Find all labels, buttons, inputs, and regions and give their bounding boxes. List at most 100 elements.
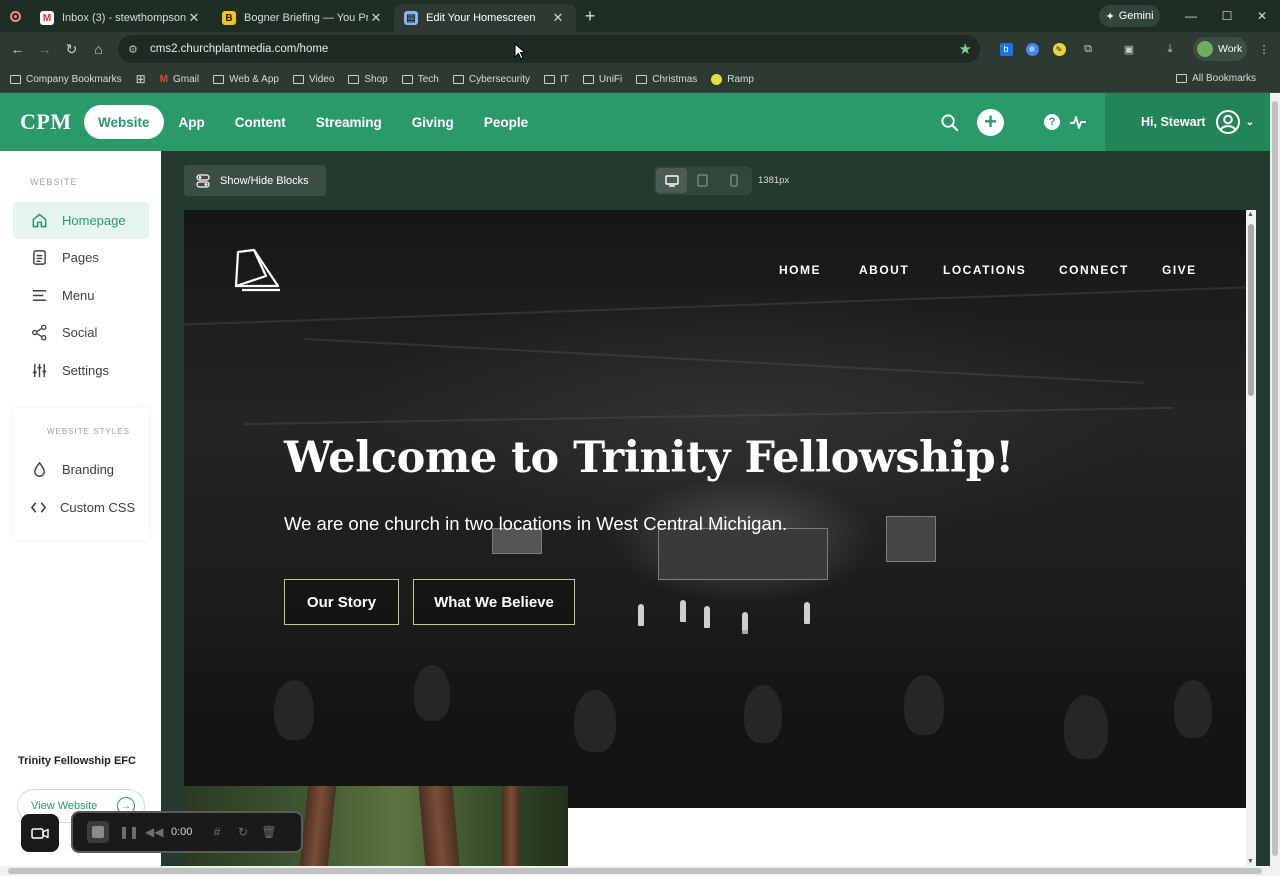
site-nav-about[interactable]: ABOUT bbox=[859, 263, 909, 277]
horizontal-scrollbar-thumb[interactable] bbox=[8, 868, 1262, 874]
band-member bbox=[704, 606, 710, 628]
forward-button[interactable]: → bbox=[31, 35, 58, 63]
our-story-button[interactable]: Our Story bbox=[284, 579, 399, 625]
gemini-button[interactable]: ✦ Gemini bbox=[1099, 5, 1160, 27]
download-icon[interactable]: ⤓ bbox=[1160, 39, 1180, 59]
bookmark-christmas[interactable]: Christmas bbox=[636, 74, 697, 85]
folder-icon bbox=[292, 74, 304, 84]
what-we-believe-button[interactable]: What We Believe bbox=[413, 579, 575, 625]
nav-website[interactable]: Website bbox=[84, 105, 164, 139]
bookmark-cybersecurity[interactable]: Cybersecurity bbox=[452, 74, 530, 85]
bookmark-shop[interactable]: Shop bbox=[348, 74, 388, 85]
folder-icon bbox=[1176, 74, 1188, 83]
bookmark-ramp[interactable]: Ramp bbox=[711, 73, 754, 85]
home-button[interactable]: ⌂ bbox=[85, 35, 112, 63]
window-scrollbar[interactable] bbox=[1270, 93, 1280, 866]
mobile-icon bbox=[729, 174, 738, 187]
show-hide-blocks-button[interactable]: Show/Hide Blocks bbox=[184, 165, 326, 196]
user-menu[interactable]: Hi, Stewart ⌄ bbox=[1105, 93, 1270, 151]
stage-banner bbox=[886, 516, 936, 562]
tab-edit-homescreen[interactable]: ▤ Edit Your Homescreen ✕ bbox=[394, 4, 576, 32]
ceiling-beam bbox=[244, 406, 1174, 426]
activity-icon[interactable] bbox=[1068, 93, 1088, 151]
pause-icon[interactable]: ❚❚ bbox=[119, 825, 139, 839]
bookmark-web-app[interactable]: Web & App bbox=[213, 74, 279, 85]
sidebar-item-custom-css[interactable]: Custom CSS bbox=[13, 489, 149, 526]
ceiling-beam bbox=[304, 338, 1144, 384]
preview-scrollbar-thumb[interactable] bbox=[1248, 224, 1254, 396]
new-tab-button[interactable]: + bbox=[576, 6, 604, 27]
all-bookmarks[interactable]: All Bookmarks bbox=[1176, 73, 1256, 84]
scroll-up-icon[interactable]: ▲ bbox=[1247, 211, 1254, 218]
nav-people[interactable]: People bbox=[469, 105, 543, 139]
horizontal-scrollbar[interactable] bbox=[0, 866, 1280, 876]
maximize-button[interactable]: ☐ bbox=[1209, 0, 1245, 32]
bookmark-star-icon[interactable]: ★ bbox=[959, 40, 972, 58]
site-nav-home[interactable]: HOME bbox=[779, 263, 821, 277]
site-settings-icon[interactable]: ⚙ bbox=[128, 43, 142, 56]
window-scrollbar-thumb[interactable] bbox=[1272, 101, 1278, 856]
crowd-head bbox=[1064, 695, 1108, 759]
browser-menu-icon[interactable]: ⋮ bbox=[1254, 39, 1274, 59]
sidebar-item-menu[interactable]: Menu bbox=[13, 277, 149, 314]
cpm-logo[interactable]: CPM bbox=[20, 109, 82, 135]
bookmark-it[interactable]: IT bbox=[544, 74, 569, 85]
tablet-icon bbox=[697, 174, 708, 187]
close-tab-icon[interactable]: ✕ bbox=[368, 10, 384, 26]
trash-icon[interactable]: 🗑 bbox=[261, 825, 277, 839]
extension-pen-icon[interactable]: ✎ bbox=[1049, 39, 1069, 59]
sidebar-item-settings[interactable]: Settings bbox=[13, 352, 149, 389]
stop-icon bbox=[92, 826, 104, 838]
close-tab-icon[interactable]: ✕ bbox=[186, 10, 202, 26]
scroll-down-icon[interactable]: ▼ bbox=[1247, 858, 1254, 865]
trinity-logo-icon[interactable] bbox=[232, 246, 284, 294]
restart-icon[interactable]: ↻ bbox=[235, 825, 251, 839]
bookmark-gmail[interactable]: M Gmail bbox=[160, 74, 199, 85]
crowd-head bbox=[1174, 680, 1212, 738]
bookmark-company-bookmarks[interactable]: Company Bookmarks bbox=[10, 74, 122, 85]
bookmark-unifi[interactable]: UniFi bbox=[582, 74, 622, 85]
extension-gear-icon[interactable]: ✲ bbox=[1022, 39, 1042, 59]
nav-streaming[interactable]: Streaming bbox=[301, 105, 397, 139]
bookmark-video[interactable]: Video bbox=[292, 74, 334, 85]
extensions-puzzle-icon[interactable]: ⧉ bbox=[1078, 39, 1098, 59]
search-icon[interactable] bbox=[936, 93, 962, 151]
apps-grid-icon[interactable]: ⊞ bbox=[136, 72, 146, 86]
site-nav-give[interactable]: GIVE bbox=[1162, 263, 1197, 277]
tab-search-icon[interactable]: ▣ bbox=[1119, 39, 1139, 59]
reload-button[interactable]: ↻ bbox=[58, 35, 85, 63]
sidebar-item-social[interactable]: Social bbox=[13, 314, 149, 351]
close-tab-icon[interactable]: ✕ bbox=[550, 10, 566, 26]
crowd-head bbox=[274, 680, 314, 740]
nav-giving[interactable]: Giving bbox=[397, 105, 469, 139]
grid-icon[interactable]: # bbox=[209, 825, 225, 839]
rewind-icon[interactable]: ◀◀ bbox=[145, 825, 163, 839]
desktop-view-button[interactable] bbox=[656, 168, 687, 193]
sidebar-item-pages[interactable]: Pages bbox=[13, 239, 149, 276]
sidebar-item-homepage[interactable]: Homepage bbox=[13, 202, 149, 239]
extension-b-icon[interactable]: b bbox=[996, 39, 1016, 59]
tab-bogner-briefing[interactable]: B Bogner Briefing — You Prayed: ✕ bbox=[212, 4, 394, 32]
address-bar[interactable]: ⚙ cms2.churchplantmedia.com/home ★ bbox=[118, 35, 980, 63]
hero-section[interactable]: HOME ABOUT LOCATIONS CONNECT GIVE Welcom… bbox=[184, 210, 1246, 808]
camera-button[interactable] bbox=[21, 814, 59, 852]
site-nav-connect[interactable]: CONNECT bbox=[1059, 263, 1129, 277]
back-button[interactable]: ← bbox=[4, 35, 31, 63]
tablet-view-button[interactable] bbox=[687, 168, 718, 193]
bookmark-tech[interactable]: Tech bbox=[401, 74, 439, 85]
help-button[interactable]: ? bbox=[1043, 93, 1061, 151]
minimize-button[interactable]: — bbox=[1173, 0, 1209, 32]
sidebar-item-branding[interactable]: Branding bbox=[13, 451, 149, 488]
stop-recording-button[interactable] bbox=[87, 821, 109, 843]
crowd-head bbox=[744, 685, 782, 743]
add-button[interactable]: + bbox=[976, 93, 1005, 151]
mobile-view-button[interactable] bbox=[718, 168, 749, 193]
nav-app[interactable]: App bbox=[164, 105, 220, 139]
close-window-button[interactable]: ✕ bbox=[1244, 0, 1280, 32]
site-nav-locations[interactable]: LOCATIONS bbox=[943, 263, 1026, 277]
nav-content[interactable]: Content bbox=[220, 105, 301, 139]
tab-gmail[interactable]: M Inbox (3) - stewthompson@trin ✕ bbox=[30, 4, 212, 32]
profile-button[interactable]: Work bbox=[1193, 37, 1247, 61]
preview-scrollbar[interactable]: ▲ ▼ bbox=[1246, 210, 1256, 866]
menu-icon bbox=[32, 290, 47, 301]
